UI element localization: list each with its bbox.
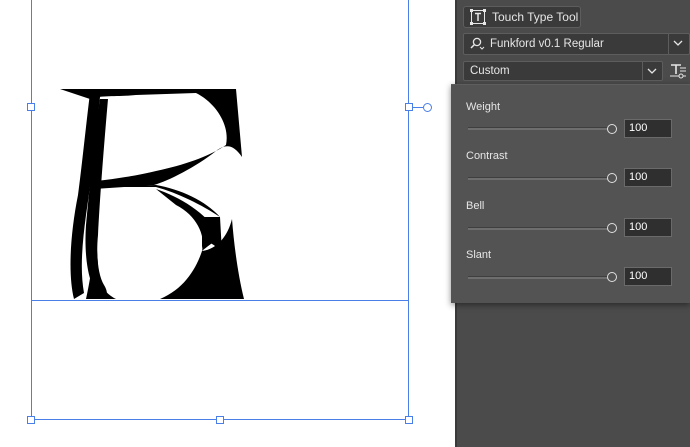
font-style-dropdown[interactable]: Custom	[463, 61, 663, 81]
font-style-value: Custom	[470, 65, 510, 77]
weight-slider-thumb[interactable]	[607, 124, 617, 134]
contrast-slider-thumb[interactable]	[607, 173, 617, 183]
right-middle-handle[interactable]	[405, 103, 413, 111]
bottom-left-handle[interactable]	[27, 416, 35, 424]
variable-font-popup: Weight 100 Contrast 100 Bell 100 Slant 1…	[451, 84, 690, 303]
touch-type-icon	[470, 9, 486, 25]
rotate-connector	[413, 107, 423, 108]
rotate-handle[interactable]	[423, 103, 432, 112]
bottom-right-handle[interactable]	[405, 416, 413, 424]
contrast-slider-track[interactable]	[468, 177, 612, 180]
dropdown-divider	[642, 62, 643, 80]
bell-slider-thumb[interactable]	[607, 223, 617, 233]
bell-value-input[interactable]: 100	[624, 218, 672, 237]
chevron-down-icon[interactable]	[647, 66, 657, 76]
bottom-middle-handle[interactable]	[216, 416, 224, 424]
font-family-dropdown[interactable]: Funkford v0.1 Regular	[463, 33, 690, 55]
slant-value-input[interactable]: 100	[624, 267, 672, 286]
artboard-canvas[interactable]	[0, 0, 450, 447]
slant-slider-thumb[interactable]	[607, 272, 617, 282]
axis-label-slant: Slant	[466, 249, 492, 261]
dropdown-divider	[668, 34, 669, 54]
font-name: Funkford v0.1 Regular	[490, 38, 604, 50]
bell-slider-track[interactable]	[468, 227, 612, 230]
weight-slider-track[interactable]	[468, 127, 612, 130]
touch-type-tool-button[interactable]: Touch Type Tool	[463, 6, 581, 28]
glyph-e[interactable]	[56, 85, 246, 303]
axis-label-weight: Weight	[466, 101, 501, 113]
axis-label-contrast: Contrast	[466, 150, 508, 162]
chevron-down-icon[interactable]	[673, 38, 683, 48]
contrast-value-input[interactable]: 100	[624, 168, 672, 187]
font-search-icon	[470, 37, 485, 50]
slant-slider-track[interactable]	[468, 276, 612, 279]
left-middle-handle[interactable]	[27, 103, 35, 111]
variable-font-icon[interactable]	[669, 62, 687, 80]
axis-label-bell: Bell	[466, 200, 485, 212]
weight-value-input[interactable]: 100	[624, 119, 672, 138]
touch-type-label: Touch Type Tool	[492, 10, 579, 24]
